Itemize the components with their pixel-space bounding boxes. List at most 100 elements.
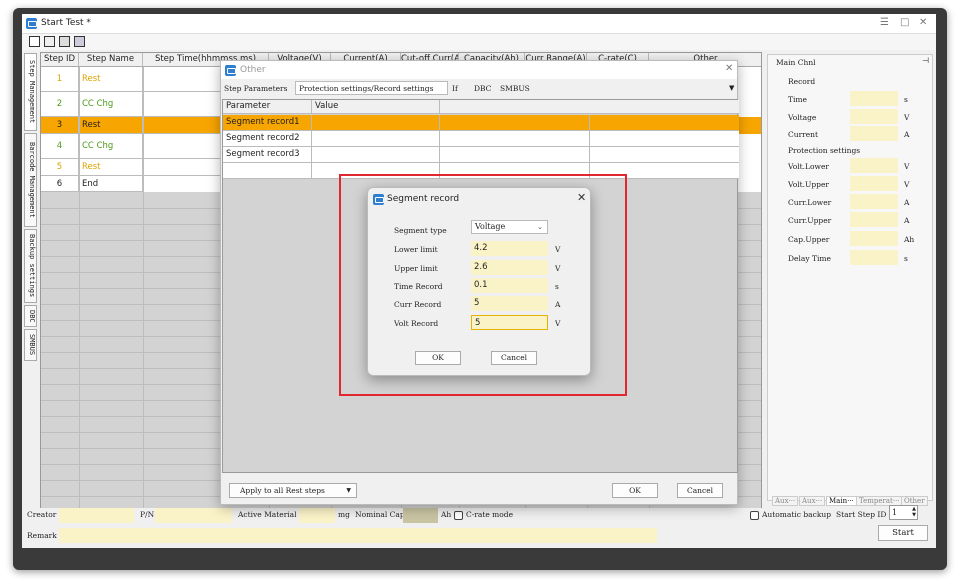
lower-limit-label: Lower limit (394, 245, 438, 254)
lower-limit-input[interactable]: 4.2 (471, 241, 548, 256)
remark-input[interactable] (59, 528, 657, 543)
step-name: CC Chg (79, 92, 143, 117)
segment-cancel-button[interactable]: Cancel (491, 351, 537, 365)
tab-barcode-management[interactable]: Barcode Management (24, 133, 37, 227)
tab-aux-2[interactable]: Aux··· (799, 496, 826, 506)
other-dialog-titlebar: Other ✕ (221, 61, 737, 79)
time-record-input[interactable]: 0.1 (471, 278, 548, 293)
save-as-icon[interactable] (74, 36, 85, 47)
record-current-unit: A (904, 130, 910, 139)
record-current-input[interactable] (850, 126, 898, 141)
volt-lower-input[interactable] (850, 158, 898, 173)
step-id: 4 (41, 134, 79, 159)
volt-record-unit: V (555, 319, 561, 328)
pin-icon[interactable]: ⊣ (922, 56, 929, 65)
creator-label: Creator (27, 510, 57, 519)
grid-col-line (79, 67, 80, 513)
upper-limit-input[interactable]: 2.6 (471, 260, 548, 275)
record-time-label: Time (788, 95, 807, 104)
new-file-icon[interactable] (29, 36, 40, 47)
save-icon[interactable] (59, 36, 70, 47)
close-icon[interactable]: ✕ (577, 191, 586, 204)
time-record-label: Time Record (394, 282, 443, 291)
time-record-unit: s (555, 282, 559, 291)
volt-record-input[interactable]: 5 (471, 315, 548, 330)
pn-label: P/N (140, 510, 155, 519)
record-voltage-unit: V (904, 113, 910, 122)
cap-upper-input[interactable] (850, 231, 898, 246)
step-name: CC Chg (79, 134, 143, 159)
tab-protection-record[interactable]: Protection settings/Record settings (295, 81, 448, 95)
parameter-value (312, 131, 440, 147)
spinner-arrows-icon[interactable]: ▲ ▼ (912, 506, 916, 518)
ok-button[interactable]: OK (612, 483, 658, 498)
active-material-input[interactable] (299, 508, 335, 523)
start-button[interactable]: Start (878, 525, 928, 541)
parameter-name: Segment record1 (223, 115, 312, 131)
record-time-input[interactable] (850, 91, 898, 106)
col-parameter[interactable]: Parameter (223, 100, 312, 114)
curr-lower-input[interactable] (850, 194, 898, 209)
curr-record-input[interactable]: 5 (471, 296, 548, 311)
table-cell (440, 147, 590, 163)
tab-aux-1[interactable]: Aux··· (772, 496, 799, 506)
tab-step-management[interactable]: Step Management (24, 53, 37, 131)
tab-smbus[interactable]: SMBUS (24, 329, 37, 361)
pn-input[interactable] (155, 508, 232, 523)
maximize-icon[interactable]: □ (900, 17, 909, 28)
segment-ok-button[interactable]: OK (415, 351, 461, 365)
step-name: Rest (79, 159, 143, 176)
close-icon[interactable]: ✕ (725, 63, 733, 74)
start-step-value: 1 (892, 508, 898, 517)
parameter-value (312, 147, 440, 163)
curr-upper-input[interactable] (850, 212, 898, 227)
table-row-selected[interactable]: Segment record1 (223, 115, 739, 131)
app-icon (26, 18, 37, 29)
tab-smbus[interactable]: SMBUS (500, 84, 530, 93)
volt-upper-unit: V (904, 180, 910, 189)
step-id: 1 (41, 67, 79, 92)
volt-record-label: Volt Record (394, 319, 439, 328)
close-icon[interactable]: ✕ (919, 17, 927, 28)
menu-icon[interactable]: ☰ (880, 17, 889, 28)
dialog-app-icon (373, 194, 384, 205)
remark-label: Remark (27, 531, 57, 540)
ah-unit: Ah (441, 510, 452, 519)
creator-input[interactable] (59, 508, 134, 523)
col-value[interactable]: Value (312, 100, 440, 114)
cancel-button[interactable]: Cancel (677, 483, 723, 498)
start-step-spinner[interactable]: 1 ▲ ▼ (889, 505, 918, 520)
record-current-label: Current (788, 130, 819, 139)
tab-if[interactable]: If (452, 84, 458, 93)
panel-title: Main Chnl (776, 58, 816, 67)
tab-main[interactable]: Main··· (826, 496, 857, 506)
open-folder-icon[interactable] (44, 36, 55, 47)
col-step-name[interactable]: Step Name (79, 53, 143, 67)
col-step-id[interactable]: Step ID (41, 53, 79, 67)
volt-upper-input[interactable] (850, 176, 898, 191)
nominal-cap-input[interactable] (403, 508, 438, 523)
table-row[interactable]: Segment record2 (223, 131, 739, 147)
segment-type-select[interactable]: Voltage ⌄ (471, 220, 548, 234)
delay-time-unit: s (904, 254, 908, 263)
volt-upper-label: Volt.Upper (788, 180, 829, 189)
tab-dbc[interactable]: DBC (474, 84, 491, 93)
parameter-value (312, 115, 440, 131)
tab-backup-settings[interactable]: Backup settings (24, 229, 37, 303)
dropdown-arrow-icon[interactable]: ▼ (729, 84, 734, 92)
title-bar: Start Test * ☰ □ ✕ (22, 14, 936, 34)
crate-mode-checkbox[interactable] (454, 511, 463, 520)
step-name: Rest (79, 67, 143, 92)
window-title: Start Test * (41, 18, 91, 28)
step-parameters-bar: Step Parameters Protection settings/Reco… (221, 80, 737, 98)
tab-dbc[interactable]: DBC (24, 305, 37, 327)
lower-limit-unit: V (555, 245, 561, 254)
delay-time-input[interactable] (850, 250, 898, 265)
chevron-down-icon: ▼ (346, 487, 351, 494)
table-cell (440, 115, 590, 131)
table-row[interactable]: Segment record3 (223, 147, 739, 163)
record-voltage-input[interactable] (850, 109, 898, 124)
crate-mode-label: C-rate mode (466, 510, 514, 519)
apply-to-all-dropdown[interactable]: Apply to all Rest steps ▼ (229, 483, 357, 498)
auto-backup-checkbox[interactable] (750, 511, 759, 520)
